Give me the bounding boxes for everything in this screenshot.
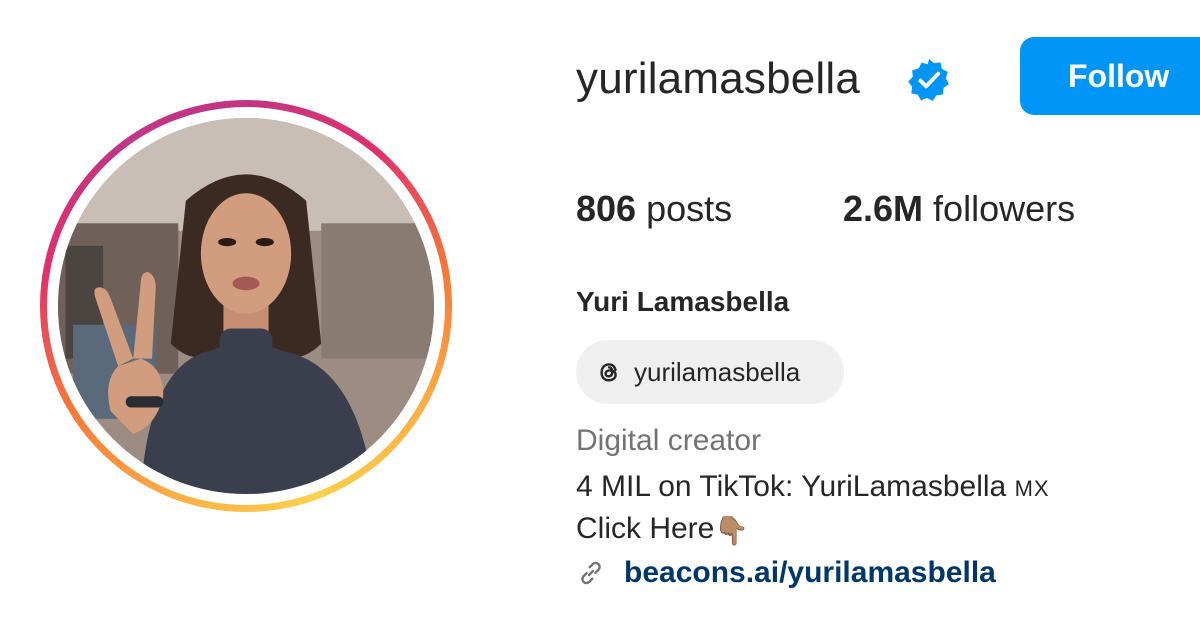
bio-link[interactable]: beacons.ai/yurilamasbella (576, 556, 996, 590)
profile-header: yurilamasbella Follow 806 posts 2.6M fol… (0, 0, 1200, 628)
link-icon (581, 561, 601, 585)
full-name: Yuri Lamasbella (576, 286, 790, 317)
avatar-gap (47, 107, 445, 505)
avatar (58, 118, 434, 494)
posts-count[interactable]: 806 posts (576, 186, 732, 232)
bio-line-tiktok-text: 4 MIL on TikTok: YuriLamasbella (576, 470, 1015, 503)
followers-label: followers (923, 188, 1076, 229)
pointing-down-emoji-icon: 👇🏽 (714, 515, 750, 546)
verified-badge-icon (908, 58, 949, 101)
threads-handle: yurilamasbella (634, 356, 801, 387)
followers-count[interactable]: 2.6M followers (843, 186, 1075, 232)
story-ring-avatar[interactable] (40, 100, 452, 512)
bio-line-click-here: Click Here👇🏽 (576, 512, 749, 547)
follow-button[interactable]: Follow (1020, 37, 1200, 115)
followers-number: 2.6M (843, 188, 924, 229)
bio-link-text[interactable]: beacons.ai/yurilamasbella (624, 556, 996, 590)
username: yurilamasbella (576, 54, 861, 103)
category-label: Digital creator (576, 424, 762, 457)
posts-label: posts (636, 188, 733, 229)
bio-click-here-text: Click Here (576, 512, 715, 545)
threads-badge[interactable]: yurilamasbella (576, 340, 844, 404)
posts-number: 806 (576, 188, 637, 229)
bio-line-tiktok: 4 MIL on TikTok: YuriLamasbella MX (576, 470, 1050, 504)
bio-country-code: MX (1014, 476, 1050, 501)
avatar-photo (58, 118, 434, 494)
threads-icon (600, 363, 617, 382)
